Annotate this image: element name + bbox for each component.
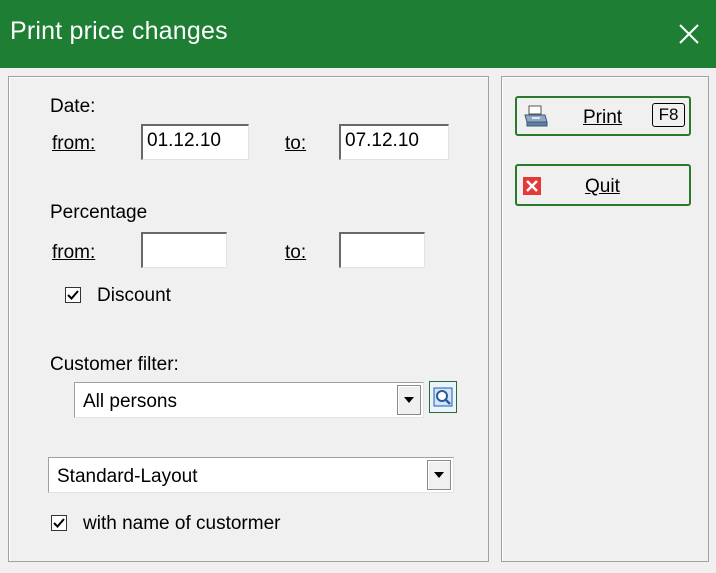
print-button[interactable]: Print F8: [515, 96, 691, 136]
date-from-input[interactable]: 01.12.10: [141, 124, 249, 160]
checkmark-icon: [67, 290, 79, 300]
actions-panel: [501, 76, 709, 562]
with-name-checkbox[interactable]: [51, 515, 67, 531]
close-icon: [679, 24, 699, 44]
layout-select[interactable]: Standard-Layout: [48, 457, 454, 493]
customer-filter-select[interactable]: All persons: [74, 382, 424, 418]
search-icon: [433, 387, 453, 407]
print-shortcut-key: F8: [652, 103, 685, 127]
percentage-from-input[interactable]: [141, 232, 227, 268]
close-button[interactable]: [662, 0, 716, 68]
quit-label: Quit: [585, 176, 620, 197]
date-to-input[interactable]: 07.12.10: [339, 124, 449, 160]
layout-value: Standard-Layout: [57, 466, 198, 487]
percentage-to-input[interactable]: [339, 232, 425, 268]
window-title: Print price changes: [10, 17, 228, 45]
chevron-down-icon: [404, 397, 414, 403]
percentage-label: Percentage: [50, 202, 148, 223]
customer-search-button[interactable]: [429, 381, 457, 413]
percentage-from-label: from:: [52, 242, 96, 263]
with-name-label: with name of custormer: [83, 513, 281, 534]
title-bar: Print price changes: [0, 0, 716, 68]
print-label: Print: [583, 107, 623, 128]
date-to-label: to:: [285, 133, 307, 154]
discount-checkbox[interactable]: [65, 287, 81, 303]
customer-filter-label: Customer filter:: [50, 354, 179, 375]
checkmark-icon: [53, 518, 65, 528]
printer-icon: [524, 105, 548, 127]
discount-label: Discount: [97, 285, 171, 306]
close-icon: [523, 177, 541, 195]
layout-dropdown-button[interactable]: [427, 460, 451, 490]
date-label: Date:: [50, 96, 96, 117]
customer-filter-value: All persons: [83, 391, 177, 412]
chevron-down-icon: [434, 472, 444, 478]
date-from-label: from:: [52, 133, 96, 154]
quit-button[interactable]: Quit: [515, 164, 691, 206]
customer-filter-dropdown-button[interactable]: [397, 385, 421, 415]
percentage-to-label: to:: [285, 242, 307, 263]
